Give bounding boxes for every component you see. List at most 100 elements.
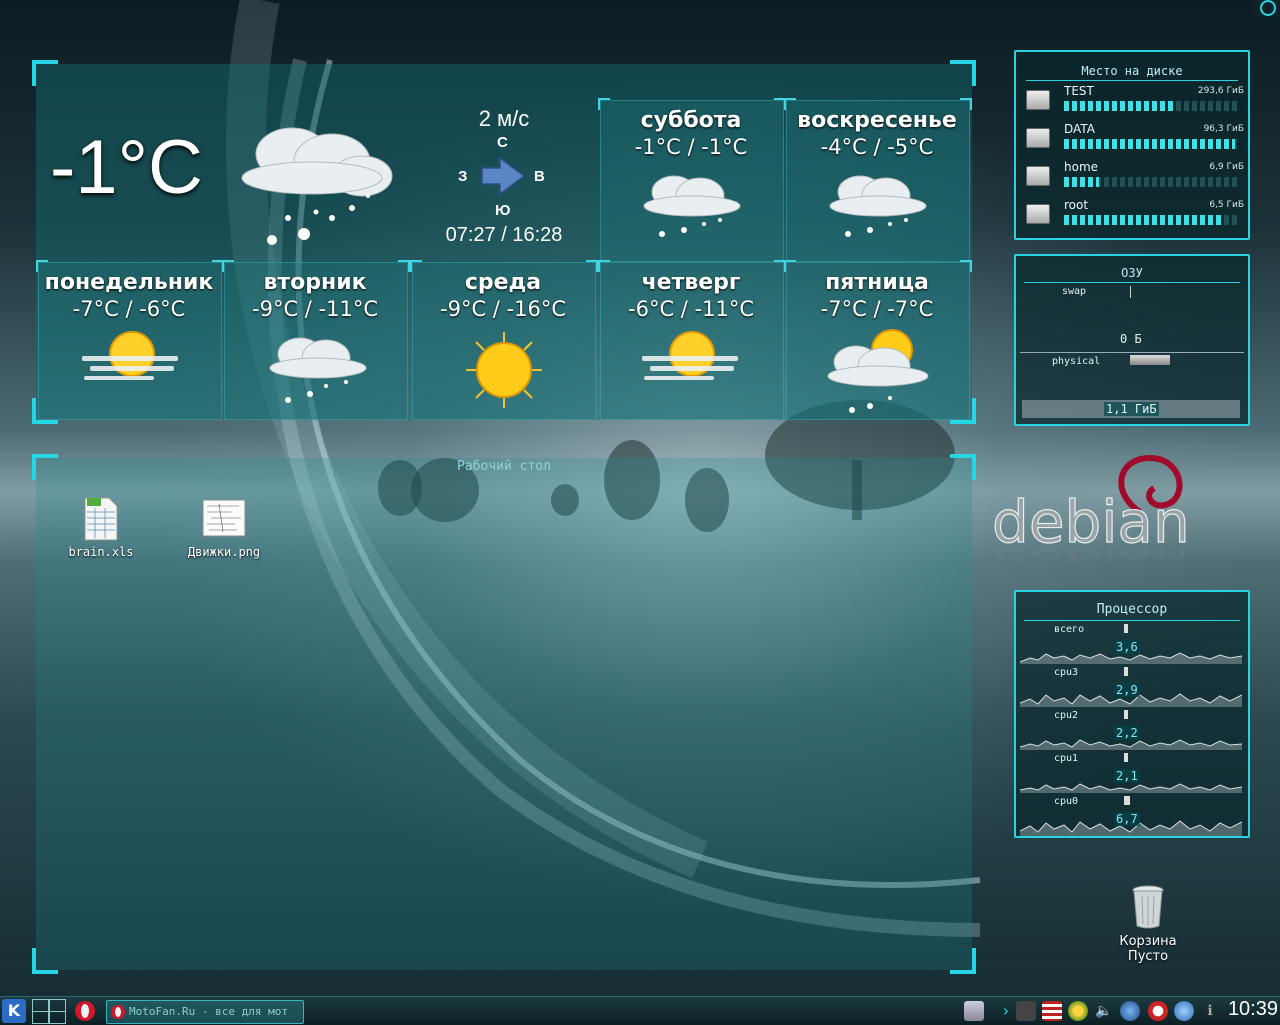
tray-expand-icon[interactable]: ›: [996, 1001, 1016, 1021]
cpu-row-cpu2: cpu2 2,2: [1016, 710, 1242, 753]
wind-dir-south: Ю: [495, 202, 511, 219]
cpu-row-cpu0: cpu0 6,7: [1016, 796, 1242, 839]
cashew-icon: [1260, 0, 1276, 16]
trash-title: Корзина: [1119, 934, 1177, 949]
cpu-row-cpu1: cpu1 2,1: [1016, 753, 1242, 796]
forecast-day: пятница: [825, 270, 929, 295]
wind-speed: 2 м/с: [478, 106, 530, 131]
disk-size: 293,6 ГиБ: [1197, 86, 1244, 96]
info-icon[interactable]: ℹ: [1200, 1001, 1220, 1021]
keyboard-layout-flag-icon[interactable]: [1042, 1001, 1062, 1021]
wind-arrow-icon: [481, 156, 526, 196]
hard-drive-icon: [1026, 204, 1050, 224]
swap-label: swap: [1062, 286, 1087, 297]
frame-corner: [32, 60, 58, 86]
sun-mist-icon: [82, 331, 178, 380]
volume-icon[interactable]: 🔈: [1094, 1001, 1114, 1021]
taskbar-clock[interactable]: 10:39: [1228, 998, 1278, 1021]
image-file-icon: [202, 499, 246, 537]
cpu-tick: [1124, 753, 1128, 762]
trash-icon: [1132, 885, 1164, 929]
cpu-tick: [1124, 796, 1130, 805]
divider: [1026, 80, 1238, 81]
desktop-folder-view[interactable]: Рабочий стол brain.xls Движки.png: [32, 454, 976, 974]
file-label: brain.xls: [68, 545, 134, 559]
trash-status: Пусто: [1127, 949, 1169, 964]
cpu-value: 2,2: [1114, 726, 1140, 740]
disk-size: 6,9 ГиБ: [1209, 162, 1244, 172]
cpu-value: 2,1: [1114, 769, 1140, 783]
wind-indicator: 2 м/с С З В Ю 07:27 / 16:28: [436, 106, 572, 256]
package-updater-icon[interactable]: [1068, 1001, 1088, 1021]
forecast-temp: -9°C / -11°C: [252, 297, 378, 321]
browser-icon[interactable]: [1174, 1001, 1194, 1021]
divider: [1024, 620, 1240, 621]
forecast-day: вторник: [263, 270, 367, 295]
snow-cloud-icon: [241, 127, 393, 245]
taskbar: K MotoFan.Ru - все для мот › 🔈 ℹ 10:39: [0, 996, 1280, 1025]
frame-corner: [32, 948, 58, 974]
cpu-label: cpu3: [1054, 667, 1079, 678]
physical-value: 1,1 ГиБ: [1104, 402, 1159, 416]
disk-usage-fill: [1064, 215, 1223, 225]
network-icon[interactable]: [1016, 1001, 1036, 1021]
disk-space-widget[interactable]: Место на диске TEST 293,6 ГиБ DATA 96,3 …: [1014, 50, 1250, 240]
trash-applet[interactable]: Корзина Пусто: [1104, 884, 1192, 964]
forecast-day: воскресенье: [797, 108, 957, 133]
pager-widget[interactable]: [32, 999, 66, 1024]
hard-drive-icon: [1026, 90, 1050, 110]
forecast-temp: -6°C / -11°C: [628, 297, 754, 321]
disk-row-home[interactable]: home 6,9 ГиБ: [1026, 160, 1244, 194]
forecast-saturday-text: суббота -1°C / -1°C: [600, 108, 782, 159]
current-temperature: -1°C: [50, 125, 203, 210]
kde-menu-icon[interactable]: K: [2, 999, 26, 1023]
swap-bar: [1130, 286, 1131, 298]
cpu-widget[interactable]: Процессор всего 3,6 cpu3 2,9 cpu2 2,2 cp…: [1014, 590, 1250, 838]
forecast-temp: -1°C / -1°C: [634, 135, 748, 159]
disk-name: root: [1064, 198, 1089, 212]
taskbar-task-opera[interactable]: MotoFan.Ru - все для мот: [106, 1000, 304, 1024]
memory-widget[interactable]: ОЗУ swap 0 Б physical 1,1 ГиБ: [1014, 254, 1250, 426]
disk-usage-bar: [1064, 215, 1240, 225]
disk-row-data[interactable]: DATA 96,3 ГиБ: [1026, 122, 1244, 156]
sun-mist-icon: [642, 331, 738, 380]
disk-usage-fill: [1064, 139, 1235, 149]
disk-usage-bar: [1064, 101, 1240, 111]
desktop-4[interactable]: [49, 1011, 66, 1024]
cpu-tick: [1124, 624, 1128, 633]
removable-device-icon[interactable]: [964, 1001, 984, 1021]
opera-icon[interactable]: [74, 1000, 96, 1022]
weather-widget[interactable]: -1°C 2 м/с С З В Ю 07:27 / 16:28 суббота…: [32, 60, 976, 424]
network-manager-icon[interactable]: [1120, 1001, 1140, 1021]
desktop-file-brain-xls[interactable]: brain.xls: [46, 496, 156, 559]
disk-name: DATA: [1064, 122, 1095, 136]
desktop-3[interactable]: [32, 1011, 49, 1024]
sunrise-sunset: 07:27 / 16:28: [445, 224, 563, 246]
disk-usage-fill: [1064, 101, 1174, 111]
clock-alarm-icon[interactable]: [1148, 1001, 1168, 1021]
disk-name: TEST: [1064, 84, 1094, 98]
forecast-sunday-text: воскресенье -4°C / -5°C: [786, 108, 968, 159]
disk-size: 96,3 ГиБ: [1203, 124, 1244, 134]
snow-cloud-icon: [643, 175, 741, 237]
svg-text:debian: debian: [992, 545, 1190, 565]
opera-icon: [111, 1005, 125, 1019]
debian-logo: debian debian: [991, 454, 1190, 565]
hard-drive-icon: [1026, 166, 1050, 186]
wind-dir-west: З: [458, 168, 468, 185]
disk-row-test[interactable]: TEST 293,6 ГиБ: [1026, 84, 1244, 118]
forecast-temp: -9°C / -16°C: [440, 297, 566, 321]
folder-view-title: Рабочий стол: [457, 459, 551, 474]
cpu-row-cpu3: cpu3 2,9: [1016, 667, 1242, 710]
desktop-file-dvizhki-png[interactable]: Движки.png: [169, 496, 279, 559]
physical-label: physical: [1052, 356, 1101, 367]
forecast-tuesday-text: вторник -9°C / -11°C: [224, 270, 406, 321]
file-label: Движки.png: [187, 545, 261, 559]
forecast-monday-text: понедельник -7°C / -6°C: [38, 270, 220, 321]
forecast-thursday-text: четверг -6°C / -11°C: [600, 270, 782, 321]
disk-row-root[interactable]: root 6,5 ГиБ: [1026, 198, 1244, 232]
disk-size: 6,5 ГиБ: [1209, 200, 1244, 210]
forecast-temp: -7°C / -6°C: [72, 297, 186, 321]
cpu-value: 6,7: [1114, 812, 1140, 826]
desktop-toolbox-button[interactable]: [1250, 0, 1280, 22]
